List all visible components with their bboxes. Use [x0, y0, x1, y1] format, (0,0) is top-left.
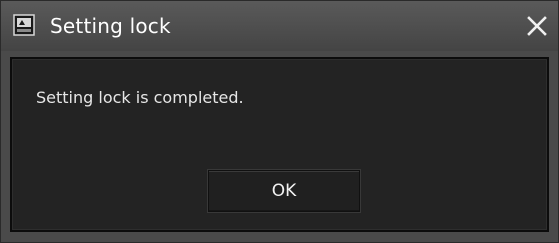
ok-button-label: OK: [271, 181, 297, 201]
window-title: Setting lock: [50, 14, 171, 38]
setting-lock-dialog: Setting lock Setting lock is completed. …: [0, 0, 559, 243]
message-text: Setting lock is completed.: [36, 88, 244, 107]
app-window-icon: [13, 14, 35, 36]
close-icon: [527, 16, 547, 36]
dialog-body: Setting lock is completed. OK: [10, 57, 549, 232]
title-bar[interactable]: Setting lock: [1, 1, 558, 51]
ok-button[interactable]: OK: [208, 170, 360, 212]
close-button[interactable]: [522, 11, 552, 41]
